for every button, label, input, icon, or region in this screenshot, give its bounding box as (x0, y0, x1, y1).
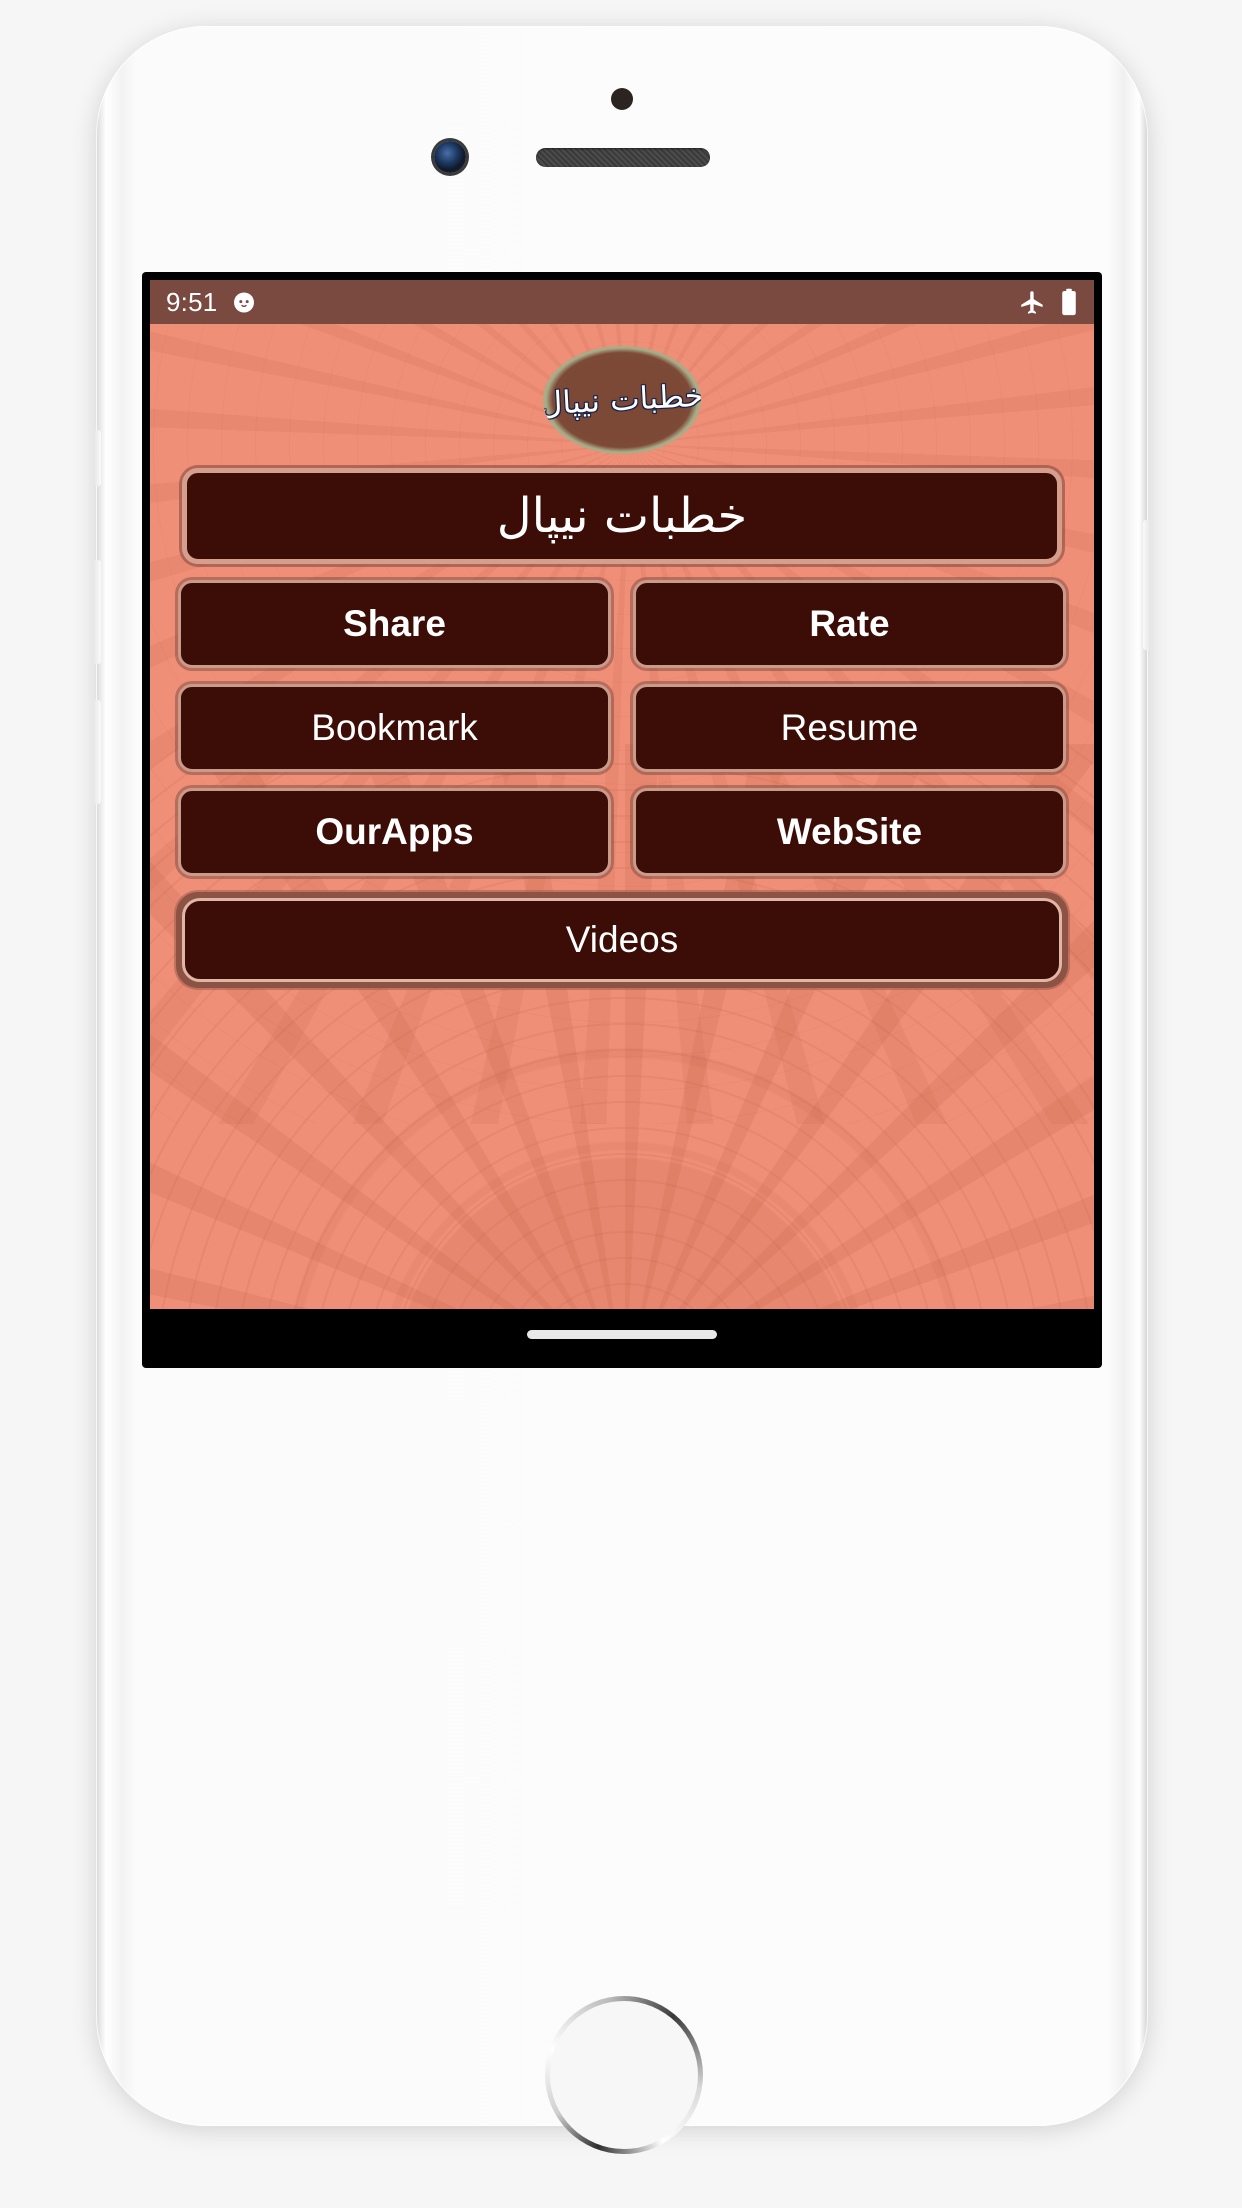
videos-button[interactable]: Videos (182, 898, 1062, 982)
status-clock: 9:51 (166, 286, 218, 317)
proximity-sensor-icon (611, 88, 633, 110)
resume-button-label: Resume (780, 707, 919, 748)
mute-switch-button[interactable] (94, 430, 101, 486)
volume-up-button[interactable] (93, 560, 101, 664)
status-bar: 9:51 (150, 280, 1094, 324)
power-button[interactable] (1143, 520, 1151, 650)
ourapps-button[interactable]: OurApps (178, 788, 611, 876)
button-grid: Share Rate Bookmark Resume OurApps WebSi… (178, 580, 1066, 876)
share-button[interactable]: Share (178, 580, 611, 668)
page-title: خطبات نیپال (182, 468, 1062, 564)
status-bar-right (1019, 288, 1078, 316)
videos-button-label: Videos (565, 919, 679, 960)
logo-container: خطبات نیپال (150, 324, 1094, 454)
home-button[interactable] (545, 1996, 703, 2154)
resume-button[interactable]: Resume (633, 684, 1066, 772)
system-nav-bar (150, 1309, 1094, 1360)
button-row: Bookmark Resume (178, 684, 1066, 772)
button-row: Share Rate (178, 580, 1066, 668)
cat-face-icon (231, 289, 257, 315)
status-bar-left: 9:51 (166, 287, 257, 318)
app-logo-text: خطبات نیپال (543, 377, 701, 422)
earpiece-speaker (536, 148, 710, 167)
videos-button-frame: Videos (176, 892, 1068, 988)
website-button[interactable]: WebSite (633, 788, 1066, 876)
bookmark-button-label: Bookmark (311, 707, 478, 748)
phone-screen: 9:51 خطبات نیپال خطبات نیپال Share Rate … (150, 280, 1094, 1360)
battery-full-icon (1060, 288, 1078, 316)
ourapps-button-label: OurApps (315, 811, 474, 852)
bookmark-button[interactable]: Bookmark (178, 684, 611, 772)
airplane-mode-icon (1019, 289, 1046, 316)
app-logo: خطبات نیپال (543, 346, 701, 454)
home-indicator[interactable] (527, 1330, 717, 1339)
page-title-text: خطبات نیپال (496, 488, 748, 544)
app-background: خطبات نیپال خطبات نیپال Share Rate Bookm… (150, 324, 1094, 1309)
app-content: خطبات نیپال خطبات نیپال Share Rate Bookm… (150, 324, 1094, 988)
rate-button-label: Rate (809, 603, 890, 644)
app-logo-inner: خطبات نیپال (543, 357, 701, 443)
website-button-label: WebSite (776, 811, 923, 852)
button-row: OurApps WebSite (178, 788, 1066, 876)
page-root: 9:51 خطبات نیپال خطبات نیپال Share Rate … (0, 0, 1242, 2208)
front-camera-icon (434, 141, 466, 173)
rate-button[interactable]: Rate (633, 580, 1066, 668)
share-button-label: Share (343, 603, 446, 644)
volume-down-button[interactable] (93, 700, 101, 804)
